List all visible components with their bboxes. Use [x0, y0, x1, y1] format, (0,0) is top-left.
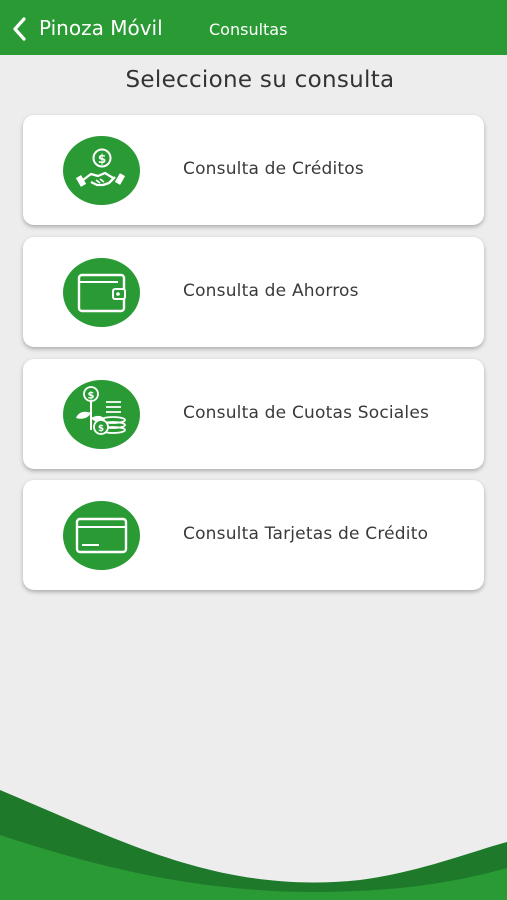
top-app-bar: Pinoza Móvil Consultas	[0, 0, 507, 55]
option-icon-circle	[63, 258, 140, 327]
wallet-icon	[77, 273, 126, 313]
footer-wave-decoration	[0, 790, 507, 900]
option-consulta-ahorros[interactable]: Consulta de Ahorros	[23, 237, 484, 347]
svg-text:$: $	[98, 152, 106, 166]
svg-text:$: $	[88, 391, 95, 402]
option-icon-circle: $ $	[63, 380, 140, 449]
app-name[interactable]: Pinoza Móvil	[39, 15, 163, 41]
page-heading: Seleccione su consulta	[125, 67, 395, 93]
option-label: Consulta de Cuotas Sociales	[183, 403, 430, 423]
chevron-left-icon	[13, 17, 26, 41]
option-consulta-creditos[interactable]: $ Consulta de Créditos	[23, 115, 484, 225]
screen-title: Consultas	[209, 20, 288, 39]
credit-handshake-icon: $	[75, 148, 126, 187]
money-plant-coins-icon: $ $	[76, 386, 126, 435]
option-consulta-tarjetas-credito[interactable]: Consulta Tarjetas de Crédito	[23, 480, 484, 590]
back-button[interactable]	[8, 14, 34, 44]
option-label: Consulta Tarjetas de Crédito	[183, 524, 429, 544]
option-label: Consulta de Créditos	[183, 159, 364, 179]
credit-card-icon	[75, 517, 128, 554]
option-icon-circle: $	[63, 136, 140, 205]
option-label: Consulta de Ahorros	[183, 281, 359, 301]
option-icon-circle	[63, 501, 140, 570]
option-consulta-cuotas-sociales[interactable]: $ $ Consulta de Cuotas Sociales	[23, 359, 484, 469]
svg-text:$: $	[98, 424, 104, 434]
